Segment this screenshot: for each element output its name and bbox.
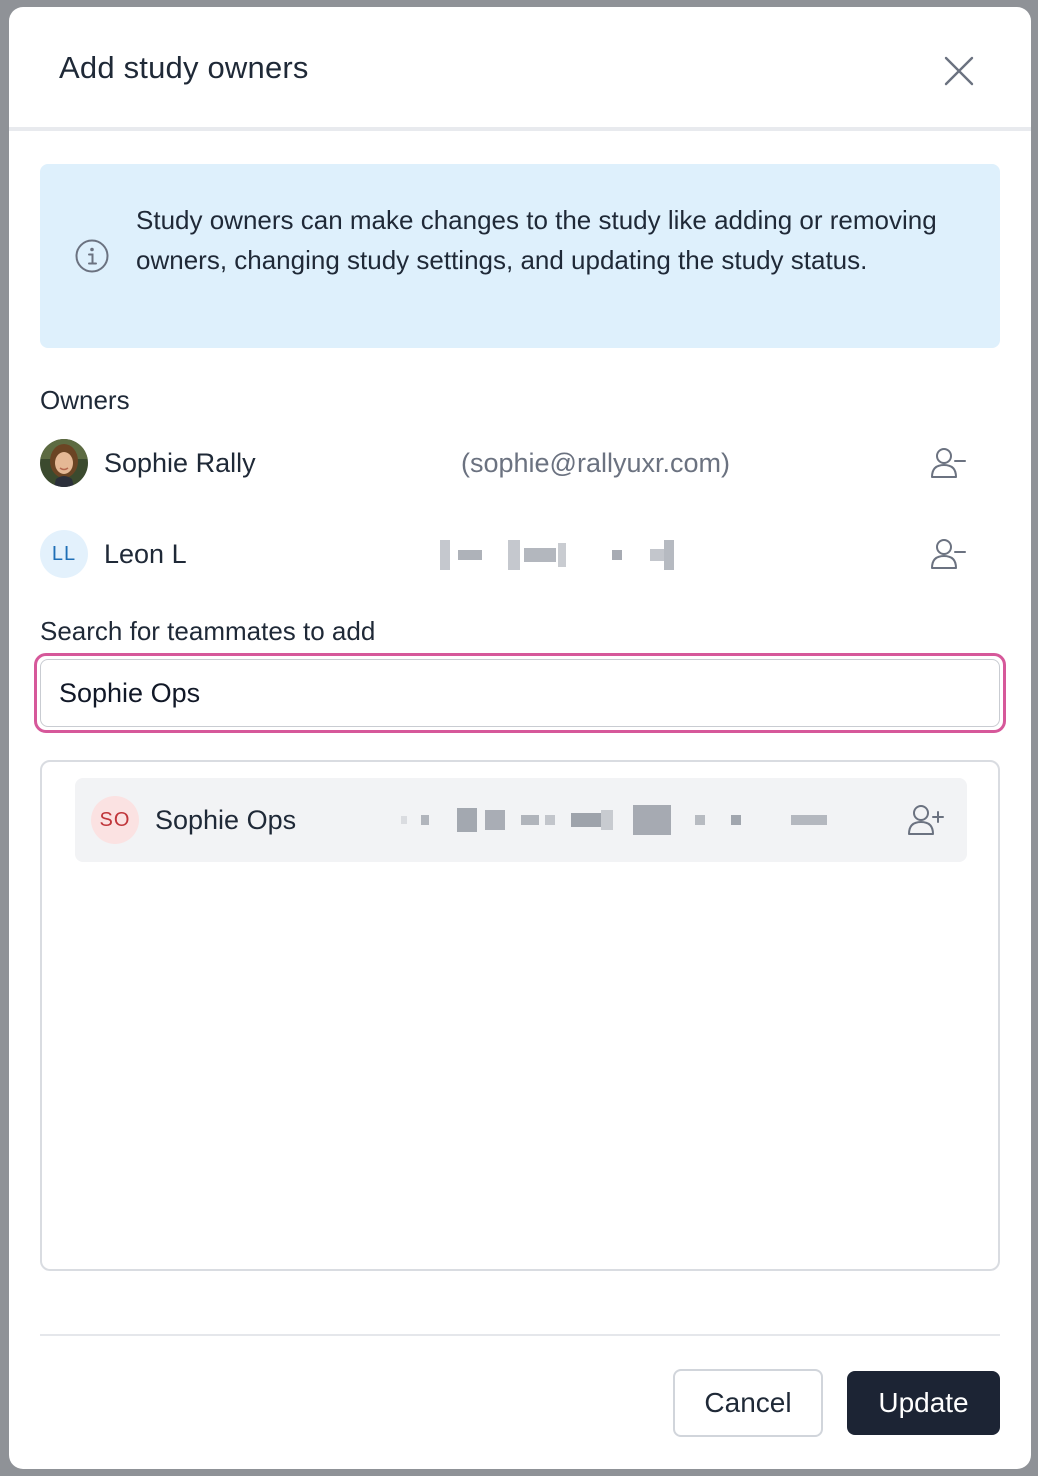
avatar: LL xyxy=(40,530,88,578)
redacted-email xyxy=(440,540,674,570)
search-label: Search for teammates to add xyxy=(40,616,376,646)
remove-owner-button[interactable] xyxy=(926,532,970,576)
cancel-button[interactable]: Cancel xyxy=(673,1369,823,1437)
avatar xyxy=(40,439,88,487)
update-button[interactable]: Update xyxy=(847,1371,1000,1435)
add-owner-button[interactable] xyxy=(903,798,947,842)
info-banner: Study owners can make changes to the stu… xyxy=(40,164,1000,348)
info-text: Study owners can make changes to the stu… xyxy=(136,205,937,275)
modal-header: Add study owners xyxy=(9,7,1031,131)
avatar: SO xyxy=(91,796,139,844)
owner-row: LL Leon L xyxy=(40,526,1000,582)
user-minus-icon xyxy=(931,448,966,478)
remove-owner-button[interactable] xyxy=(926,441,970,485)
search-results: SO Sophie Ops xyxy=(40,760,1000,1271)
user-minus-icon xyxy=(931,539,966,569)
search-input[interactable] xyxy=(40,659,1000,727)
result-name: Sophie Ops xyxy=(155,805,297,835)
owner-row: Sophie Rally (sophie@rallyuxr.com) xyxy=(40,435,1000,491)
owner-name: Sophie Rally xyxy=(104,448,256,478)
owner-email: (sophie@rallyuxr.com) xyxy=(461,448,730,478)
footer-divider xyxy=(40,1334,1000,1336)
owner-name: Leon L xyxy=(104,539,187,569)
modal-title: Add study owners xyxy=(59,50,309,85)
redacted-email xyxy=(401,805,827,835)
user-plus-icon xyxy=(908,805,944,835)
owners-label: Owners xyxy=(40,385,130,415)
add-study-owners-modal: Add study owners Study owners can make c… xyxy=(9,7,1031,1469)
close-icon xyxy=(944,56,974,86)
close-button[interactable] xyxy=(937,49,981,93)
info-icon xyxy=(75,239,109,273)
list-item[interactable]: SO Sophie Ops xyxy=(75,778,967,862)
search-focus-ring xyxy=(34,653,1006,733)
